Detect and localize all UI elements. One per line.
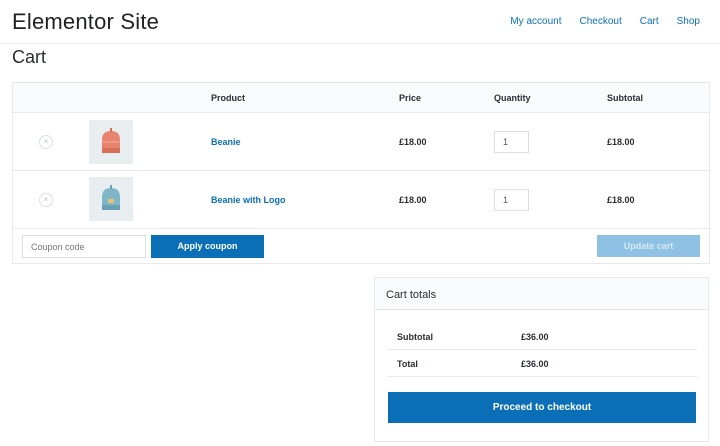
product-subtotal: £18.00 xyxy=(607,137,635,147)
cart-totals: Cart totals Subtotal £36.00 Total £36.00… xyxy=(374,277,709,442)
nav-link-checkout[interactable]: Checkout xyxy=(579,16,621,27)
beanie-with-logo-icon xyxy=(102,185,120,210)
remove-item-icon[interactable]: × xyxy=(39,135,53,149)
product-price: £18.00 xyxy=(399,137,427,147)
total-label: Total xyxy=(397,359,418,369)
nav-link-cart[interactable]: Cart xyxy=(640,16,659,27)
totals-row-total: Total £36.00 xyxy=(388,350,697,377)
product-thumbnail[interactable] xyxy=(89,120,133,164)
beanie-icon xyxy=(102,128,120,153)
coupon-code-input[interactable] xyxy=(22,235,146,258)
product-price: £18.00 xyxy=(399,195,427,205)
page-title: Cart xyxy=(12,47,47,67)
column-header-quantity: Quantity xyxy=(494,93,531,103)
column-header-product: Product xyxy=(211,93,246,103)
product-name-link[interactable]: Beanie xyxy=(211,137,241,147)
product-name-link[interactable]: Beanie with Logo xyxy=(211,195,286,205)
subtotal-label: Subtotal xyxy=(397,332,433,342)
total-value: £36.00 xyxy=(521,359,549,369)
remove-item-icon[interactable]: × xyxy=(39,193,53,207)
cart-row: × Beanie £18.00 1 £18.00 xyxy=(13,113,709,171)
subtotal-value: £36.00 xyxy=(521,332,549,342)
column-header-price: Price xyxy=(399,93,422,103)
cart-table: Product Price Quantity Subtotal × Beanie… xyxy=(12,82,710,264)
nav-link-shop[interactable]: Shop xyxy=(677,16,700,27)
quantity-input[interactable]: 1 xyxy=(494,131,529,153)
main-nav: My account Checkout Cart Shop xyxy=(510,16,700,27)
nav-link-my-account[interactable]: My account xyxy=(510,16,561,27)
quantity-input[interactable]: 1 xyxy=(494,189,529,211)
site-title[interactable]: Elementor Site xyxy=(12,9,159,35)
column-header-subtotal: Subtotal xyxy=(607,93,643,103)
update-cart-button[interactable]: Update cart xyxy=(597,235,700,257)
product-thumbnail[interactable] xyxy=(89,177,133,221)
proceed-to-checkout-button[interactable]: Proceed to checkout xyxy=(388,392,696,423)
totals-row-subtotal: Subtotal £36.00 xyxy=(388,323,697,350)
product-subtotal: £18.00 xyxy=(607,195,635,205)
apply-coupon-button[interactable]: Apply coupon xyxy=(151,235,264,258)
cart-totals-header: Cart totals xyxy=(375,278,708,310)
cart-totals-title: Cart totals xyxy=(386,289,437,301)
cart-table-header: Product Price Quantity Subtotal xyxy=(13,83,709,113)
site-header: Elementor Site My account Checkout Cart … xyxy=(0,0,720,44)
cart-actions: Apply coupon Update cart xyxy=(13,229,709,263)
cart-row: × Beanie with Logo £18.00 1 £18.00 xyxy=(13,171,709,229)
